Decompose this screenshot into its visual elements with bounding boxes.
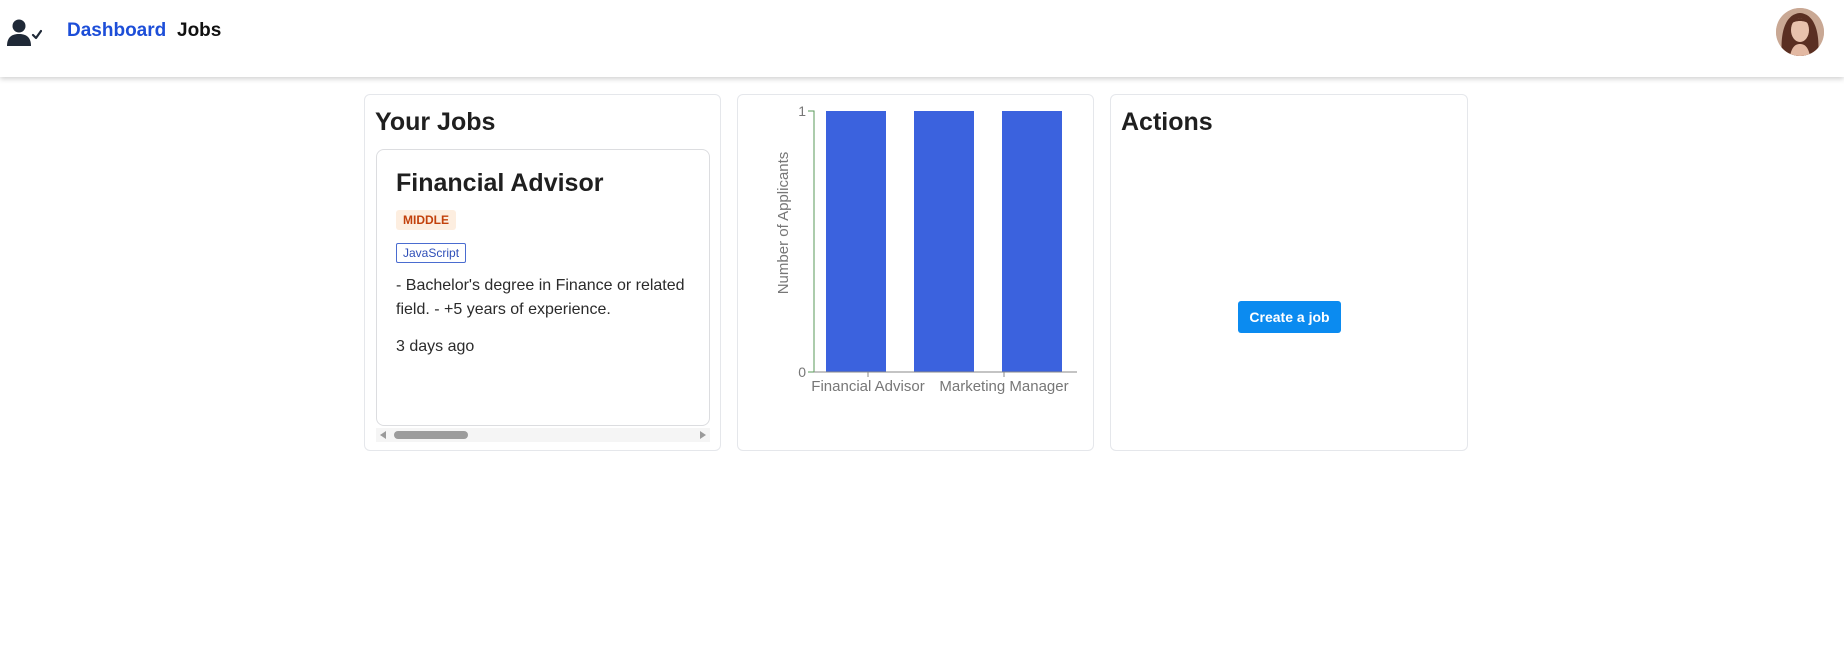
your-jobs-panel: Your Jobs Financial Advisor MIDDLE JavaS… <box>364 94 721 451</box>
user-check-icon[interactable] <box>6 18 42 48</box>
horizontal-scrollbar[interactable] <box>376 428 710 442</box>
job-title: Financial Advisor <box>396 169 604 197</box>
job-skill-tag: JavaScript <box>396 243 467 263</box>
scroll-left-arrow-icon[interactable] <box>380 431 386 439</box>
x-tick-label: Financial Advisor <box>811 378 924 395</box>
create-job-button[interactable]: Create a job <box>1238 301 1341 333</box>
job-level-badge: MIDDLE <box>396 210 456 230</box>
avatar[interactable] <box>1776 8 1824 56</box>
actions-title: Actions <box>1121 108 1213 136</box>
nav-dashboard-link[interactable]: Dashboard <box>67 20 166 42</box>
top-navbar: Dashboard Jobs <box>0 0 1844 77</box>
scrollbar-thumb[interactable] <box>394 431 468 439</box>
y-tick-label: 0 <box>798 364 806 380</box>
job-description: - Bachelor's degree in Finance or relate… <box>396 277 685 318</box>
x-tick-label: Marketing Manager <box>939 378 1068 395</box>
chart-bar <box>914 111 974 372</box>
nav-jobs-link[interactable]: Jobs <box>177 20 221 42</box>
scroll-right-arrow-icon[interactable] <box>700 431 706 439</box>
applicants-chart-panel: Number of Applicants 1 0 Financial Advisor… <box>737 94 1094 451</box>
y-axis-label: Number of Applicants <box>775 152 792 295</box>
y-axis-line <box>808 110 815 373</box>
actions-panel: Actions Create a job <box>1110 94 1468 451</box>
chart-bar <box>1002 111 1062 372</box>
applicants-bar-chart: Number of Applicants 1 0 Financial Advisor… <box>775 103 1077 395</box>
job-posted-time: 3 days ago <box>396 338 475 355</box>
avatar-image <box>1776 8 1824 56</box>
your-jobs-title: Your Jobs <box>375 108 496 136</box>
job-card[interactable]: Financial Advisor MIDDLE JavaScript - Ba… <box>376 149 710 426</box>
chart-bar <box>826 111 886 372</box>
y-tick-label: 1 <box>798 103 806 119</box>
